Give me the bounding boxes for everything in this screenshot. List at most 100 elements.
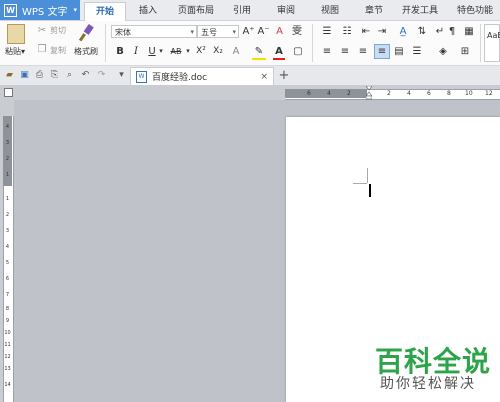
format-painter-button[interactable]: 格式刷 [72,46,100,57]
chinese-layout-icon[interactable]: A̲ [396,25,410,38]
font-size-select[interactable]: 五号 ▾ [197,25,239,38]
ruler-tick: 5 [5,260,10,266]
tab-page-layout[interactable]: 页面布局 [172,2,220,20]
paragraph-icon[interactable]: ¶ [446,25,458,38]
ruler-tick: 8 [447,90,451,97]
ribbon-separator [312,24,313,62]
table-borders-icon[interactable]: ▦ [462,25,476,38]
strikethrough-button[interactable]: AB [168,45,184,58]
ruler-tick: 12 [485,90,493,97]
document-tab-title: 百度经验.doc [152,73,208,83]
paste-icon[interactable] [7,24,25,44]
print-icon[interactable]: ⎘ [49,70,60,81]
wps-logo-icon: W [4,3,17,17]
scissors-icon[interactable]: ✂ [36,24,48,37]
font-name-select[interactable]: 宋体 ▾ [111,25,197,38]
clear-format-button[interactable]: A [273,25,286,38]
tab-review[interactable]: 审阅 [268,2,304,20]
format-painter-icon[interactable] [78,24,94,42]
highlight-color-swatch [252,58,266,60]
chevron-down-icon[interactable]: ▾ [158,45,164,58]
superscript-button[interactable]: X² [193,45,209,58]
paste-button[interactable]: 粘贴▾ [2,46,28,57]
sort-icon[interactable]: ⇅ [416,25,428,38]
ruler-tick: 3 [5,140,10,146]
new-tab-button[interactable]: + [278,67,290,84]
tab-insert[interactable]: 插入 [130,2,166,20]
margin-corner-mark [353,183,367,184]
ribbon-separator [105,24,106,62]
show-marks-icon[interactable]: ↵ [434,25,446,38]
tab-stop-selector[interactable] [4,88,13,97]
shading-icon[interactable]: ◈ [436,45,450,58]
ruler-tick: 2 [347,90,351,97]
ruler-tick: 9 [5,318,10,324]
save-icon[interactable]: ▣ [19,70,30,81]
ruler-tick: 14 [4,382,11,388]
ruler-tick: 11 [4,342,11,348]
increase-indent-icon[interactable]: ⇥ [376,25,388,38]
ruler-tick: 8 [5,306,10,312]
tab-section[interactable]: 章节 [356,2,392,20]
document-tab[interactable]: W 百度经验.doc × [130,67,274,85]
line-spacing-icon[interactable]: ☰ [410,45,424,58]
bold-button[interactable]: B [114,45,126,58]
font-color-icon[interactable]: A [273,45,285,58]
grow-font-button[interactable]: A⁺ [242,25,255,38]
style-gallery[interactable]: AaB [484,24,500,62]
cut-button[interactable]: 剪切 [50,25,72,36]
ruler-tick: 2 [387,90,391,97]
ruler-tick: 6 [427,90,431,97]
border-icon[interactable]: ⊞ [458,45,472,58]
ruler-tick: 7 [5,292,10,298]
distributed-align-icon[interactable]: ▤ [392,45,406,58]
chevron-down-icon: ▾ [232,28,236,36]
text-cursor [369,184,371,197]
open-folder-icon[interactable]: ▰ [4,70,15,81]
font-name-value: 宋体 [115,28,131,37]
character-border-icon[interactable]: ▢ [292,45,304,58]
font-color-swatch [273,58,285,60]
justify-icon[interactable]: ≡ [374,44,390,59]
indent-marker-icon[interactable] [365,85,373,100]
align-center-icon[interactable]: ≡ [338,45,352,58]
chevron-down-icon: ▾ [20,47,25,56]
align-left-icon[interactable]: ≡ [320,45,334,58]
tab-home[interactable]: 开始 [84,2,126,21]
text-effect-icon[interactable]: A [230,45,242,58]
print-preview-icon[interactable]: ⌕ [64,70,75,81]
ruler-tick: 4 [5,244,10,250]
redo-icon[interactable]: ↷ [96,70,107,81]
tab-special-features[interactable]: 特色功能 [450,2,500,20]
tab-view[interactable]: 视图 [312,2,348,20]
ribbon-separator [480,24,481,62]
chevron-down-icon[interactable]: ▾ [185,45,191,58]
app-menu-button[interactable]: W WPS 文字 ▾ [0,0,80,20]
decrease-indent-icon[interactable]: ⇤ [360,25,372,38]
copy-button[interactable]: 复制 [50,45,72,56]
copy-icon[interactable]: ❐ [36,43,48,56]
ruler-tick: 10 [4,330,11,336]
ruler-tick: 1 [5,172,10,178]
italic-button[interactable]: I [130,45,142,58]
underline-button[interactable]: U [146,45,158,58]
ruler-tick: 13 [4,366,11,372]
shrink-font-button[interactable]: A⁻ [257,25,270,38]
close-icon[interactable]: × [260,72,268,82]
tab-developer-tools[interactable]: 开发工具 [398,2,442,20]
undo-icon[interactable]: ↶ [80,70,91,81]
chevron-down-icon[interactable]: ▾ [116,70,127,81]
numbered-list-icon[interactable]: ☷ [340,25,354,38]
align-right-icon[interactable]: ≡ [356,45,370,58]
doc-file-icon: W [136,70,147,83]
ruler-tick: 4 [5,124,10,130]
ruler-tick: 6 [5,276,10,282]
chevron-down-icon: ▾ [73,6,77,14]
phonetic-guide-button[interactable]: 雯 [290,25,304,38]
subscript-button[interactable]: X₂ [210,45,226,58]
highlight-color-icon[interactable]: ✎ [252,45,266,58]
ruler-tick: 4 [407,90,411,97]
bullet-list-icon[interactable]: ☰ [320,25,334,38]
export-pdf-icon[interactable]: ⎙ [34,70,45,81]
tab-references[interactable]: 引用 [224,2,260,20]
